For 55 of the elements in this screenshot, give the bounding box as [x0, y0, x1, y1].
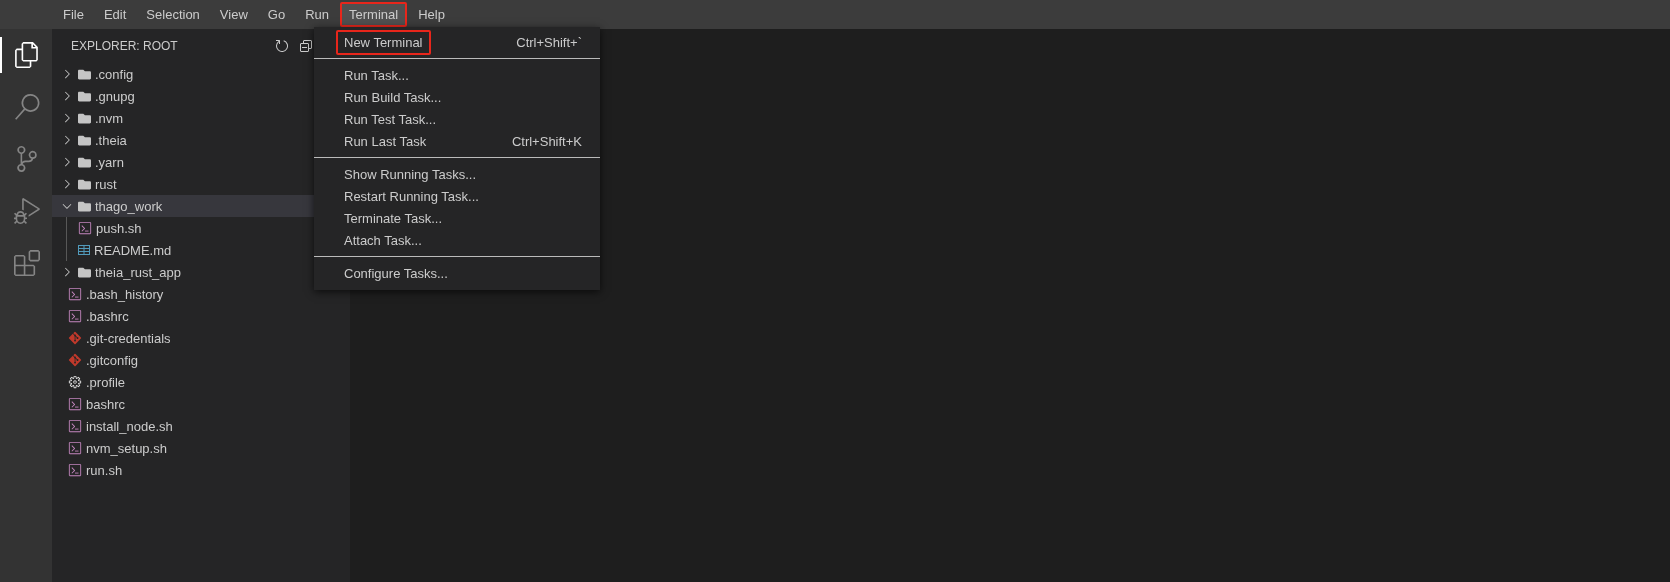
menu-item[interactable]: Show Running Tasks...	[314, 163, 600, 185]
menu-title[interactable]: View	[210, 2, 257, 27]
file-row[interactable]: .gitconfig	[52, 349, 350, 371]
file-name: run.sh	[86, 462, 123, 478]
file-row[interactable]: run.sh	[52, 459, 350, 481]
file-name: .bashrc	[86, 308, 129, 324]
menu-title[interactable]: File	[54, 2, 93, 27]
file-row[interactable]: .profile	[52, 371, 350, 393]
file-row[interactable]: .bashrc	[52, 305, 350, 327]
folder-name: .config	[95, 66, 134, 82]
file-row[interactable]: bashrc	[52, 393, 350, 415]
file-name: install_node.sh	[86, 418, 173, 434]
folder-name: .theia	[95, 132, 127, 148]
menu-item[interactable]: New Terminal Ctrl+Shift+`	[314, 31, 600, 53]
menu-title[interactable]: Selection	[137, 2, 209, 27]
folder-name: .yarn	[95, 154, 124, 170]
file-row[interactable]: .git-credentials	[52, 327, 350, 349]
menu-title[interactable]: Help	[409, 2, 454, 27]
file-name: .profile	[86, 374, 126, 390]
menu-item-label: Run Build Task...	[343, 88, 443, 107]
menu-title[interactable]: Edit	[94, 2, 136, 27]
folder-name: .nvm	[95, 110, 124, 126]
folder-name: rust	[95, 176, 117, 192]
menu-item-label: Run Task...	[343, 66, 410, 85]
file-name: nvm_setup.sh	[86, 440, 167, 456]
menu-title[interactable]: Run	[296, 2, 338, 27]
folder-name: theia_rust_app	[95, 264, 181, 280]
file-name: README.md	[94, 242, 172, 258]
file-row[interactable]: .bash_history	[52, 283, 350, 305]
menu-item-label: Run Test Task...	[343, 110, 437, 129]
explorer-title: EXPLORER: ROOT	[71, 39, 179, 53]
file-name: .gitconfig	[86, 352, 139, 368]
menu-item-label: Run Last Task	[343, 132, 428, 151]
menu-item[interactable]: Run Last Task Ctrl+Shift+K	[314, 130, 600, 152]
menu-title[interactable]: Terminal	[340, 2, 408, 27]
menu-title[interactable]: Go	[258, 2, 295, 27]
shortcut: Ctrl+Shift+`	[516, 34, 582, 50]
file-name: bashrc	[86, 396, 126, 412]
menu-item[interactable]: Attach Task...	[314, 229, 600, 251]
folder-name: .gnupg	[95, 88, 135, 104]
menu-item[interactable]: Run Test Task...	[314, 108, 600, 130]
menu-item-label: Show Running Tasks...	[343, 165, 477, 184]
menu-item-label: Attach Task...	[343, 231, 423, 250]
folder-name: thago_work	[95, 198, 163, 214]
file-name: .bash_history	[86, 286, 164, 302]
file-row[interactable]: nvm_setup.sh	[52, 437, 350, 459]
menu-item[interactable]: Configure Tasks...	[314, 262, 600, 284]
file-row[interactable]: install_node.sh	[52, 415, 350, 437]
menu-item-label: Configure Tasks...	[343, 264, 449, 283]
file-name: push.sh	[96, 220, 142, 236]
menu-item[interactable]: Run Build Task...	[314, 86, 600, 108]
menu-item-label: New Terminal	[336, 29, 431, 55]
shortcut: Ctrl+Shift+K	[511, 133, 582, 149]
file-name: .git-credentials	[86, 330, 171, 346]
menu-item[interactable]: Run Task...	[314, 64, 600, 86]
